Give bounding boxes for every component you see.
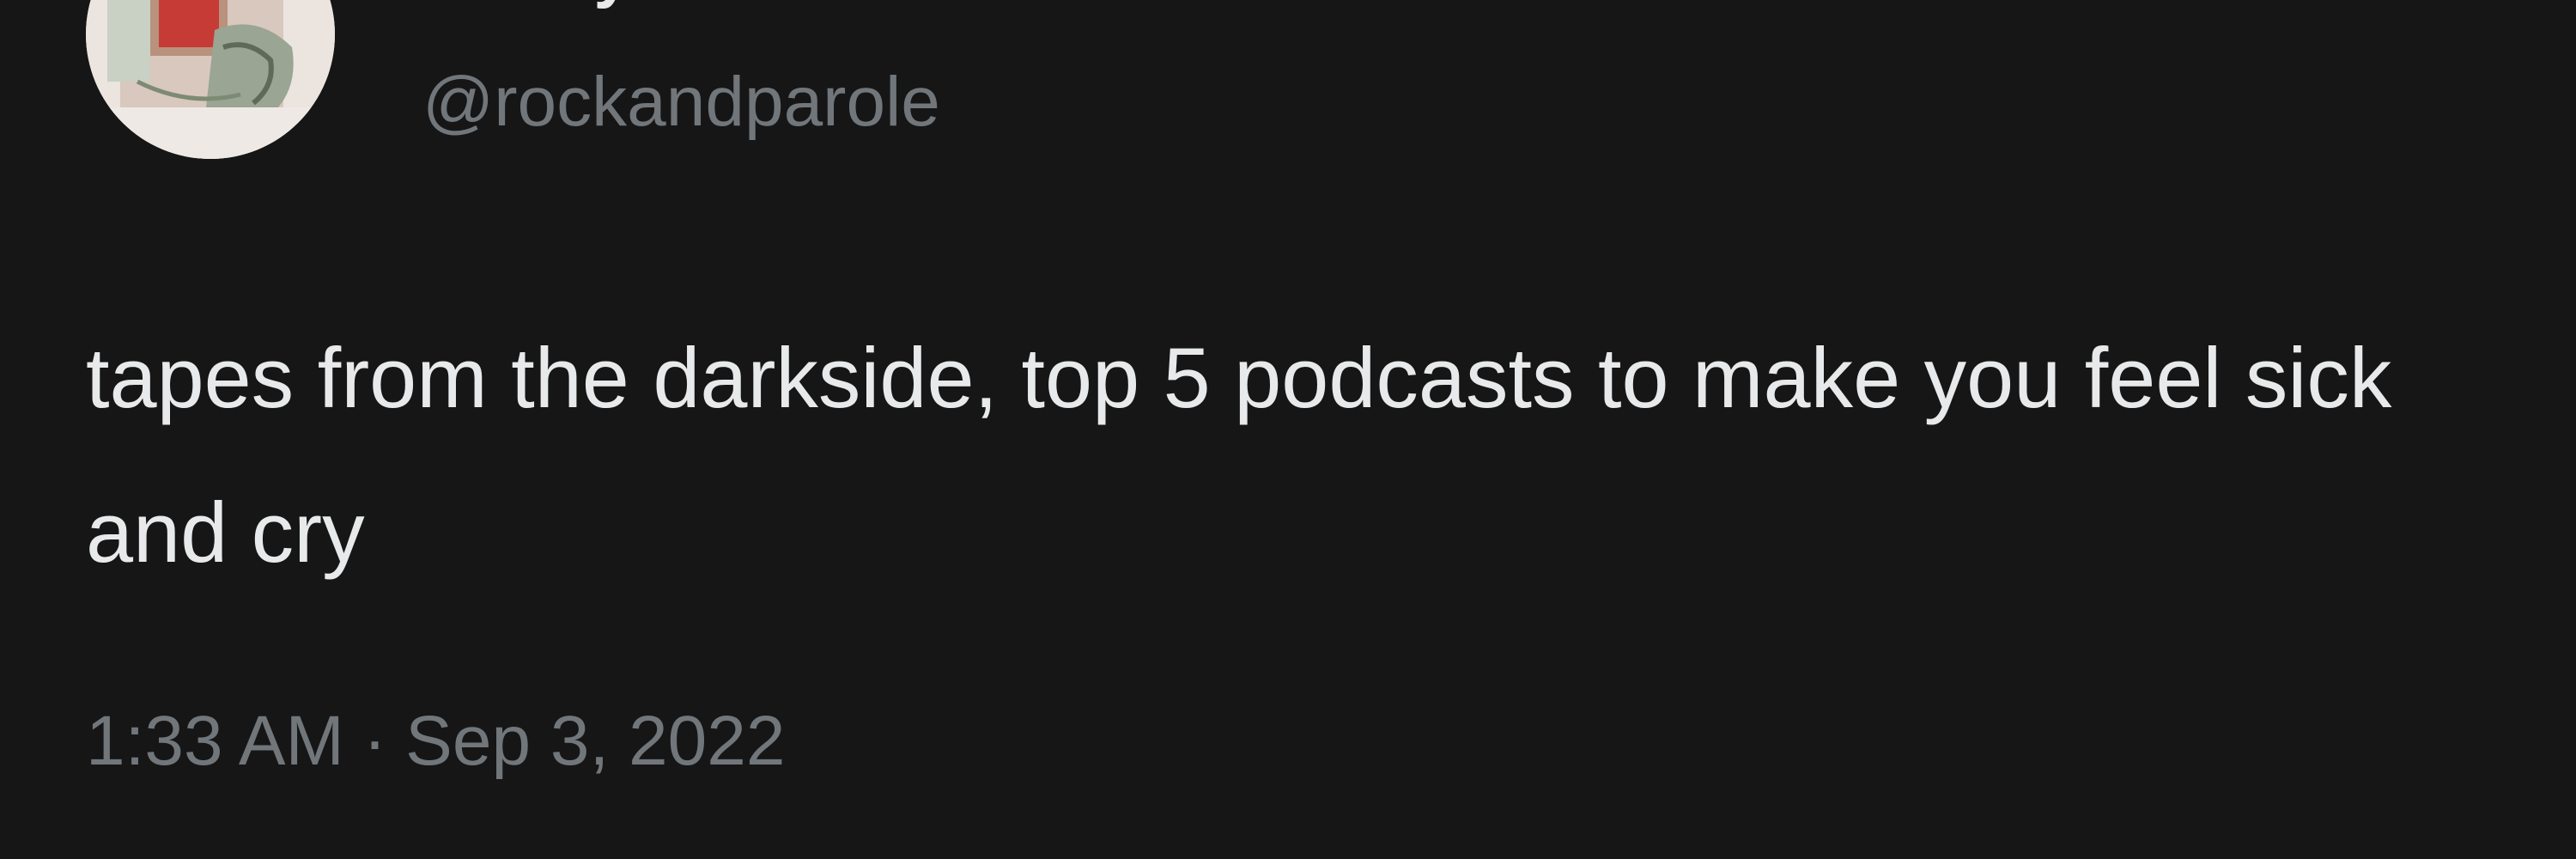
tweet-date: Sep 3, 2022 [405, 702, 786, 780]
tweet-time: 1:33 AM [86, 702, 344, 780]
tweet-card: ashley @rockandparole tapes from the dar… [0, 0, 2576, 859]
avatar[interactable] [86, 0, 335, 159]
timestamp-separator: · [362, 702, 387, 780]
user-handle[interactable]: @rockandparole [422, 67, 940, 137]
tweet-timestamp[interactable]: 1:33 AM · Sep 3, 2022 [86, 706, 785, 777]
display-name[interactable]: ashley [422, 0, 631, 5]
avatar-photo-icon [86, 0, 335, 159]
tweet-text: tapes from the darkside, top 5 podcasts … [86, 330, 2392, 580]
